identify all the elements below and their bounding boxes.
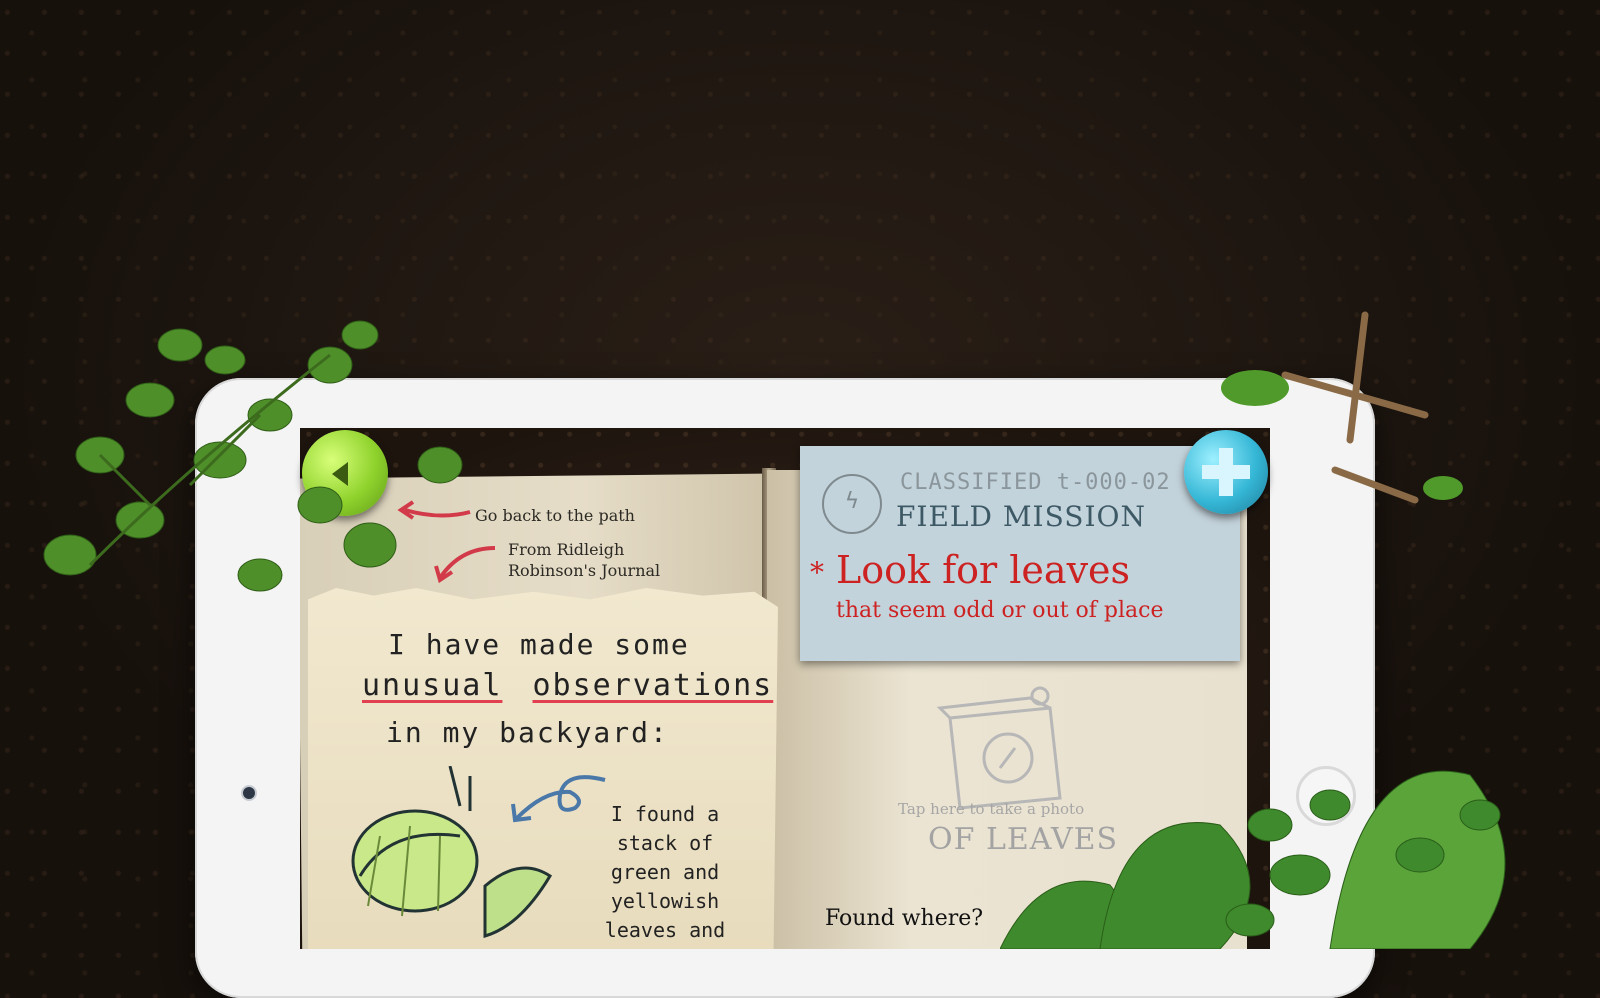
foliage-bottom-right-icon bbox=[1000, 770, 1506, 949]
mission-title: FIELD MISSION bbox=[896, 500, 1146, 533]
field-mission-card: ϟ CLASSIFIED t-000-02 FIELD MISSION * Lo… bbox=[800, 446, 1240, 661]
mission-main-text: Look for leaves bbox=[836, 548, 1131, 592]
found-where-label: Found where? bbox=[825, 906, 984, 931]
journal-source-line1: From Ridleigh bbox=[508, 540, 625, 559]
diary-word-unusual: unusual bbox=[362, 668, 503, 703]
diary-side-note-5: leaves and bbox=[604, 918, 726, 942]
mission-bullet: * bbox=[810, 556, 824, 589]
diary-side-note-1: I found a bbox=[610, 802, 720, 826]
classified-stamp-icon: ϟ bbox=[822, 474, 882, 534]
diary-word-observations: observations bbox=[532, 668, 774, 703]
diary-side-note-3: green and bbox=[610, 860, 720, 884]
diary-line-3: in my backyard: bbox=[386, 716, 669, 749]
foliage-left-icon bbox=[43, 320, 463, 592]
journal-source-line2: Robinson's Journal bbox=[508, 561, 661, 580]
diary-side-note-2: stack of bbox=[616, 831, 714, 855]
back-to-path-link[interactable]: Go back to the path bbox=[475, 506, 635, 525]
twig-icon bbox=[1221, 311, 1463, 504]
classified-code: CLASSIFIED t-000-02 bbox=[900, 470, 1171, 495]
leaf-sketch-icon bbox=[351, 766, 553, 938]
diary-line-2: unusual observations bbox=[362, 668, 773, 703]
front-camera-icon bbox=[243, 787, 255, 799]
diary-side-note-4: yellowish bbox=[610, 889, 720, 913]
mission-sub-text: that seem odd or out of place bbox=[836, 598, 1164, 623]
